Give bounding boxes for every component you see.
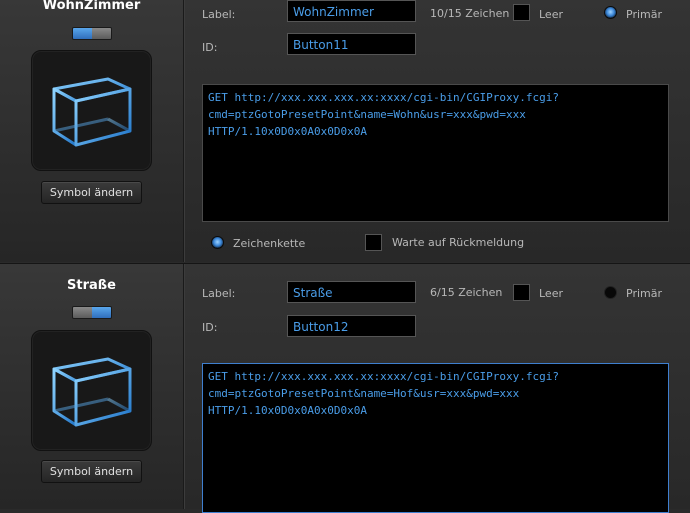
primary-radio[interactable]	[604, 6, 617, 19]
label-caption: Label:	[202, 287, 236, 300]
empty-label: Leer	[539, 8, 563, 21]
label-input[interactable]: Straße	[287, 281, 416, 303]
toggle-left-segment[interactable]	[73, 307, 92, 318]
toggle-right-segment[interactable]	[92, 28, 111, 39]
change-symbol-button[interactable]: Symbol ändern	[41, 181, 142, 204]
char-count: 6/15 Zeichen	[430, 286, 503, 299]
button-title: WohnZimmer	[42, 0, 141, 13]
primary-label: Primär	[626, 8, 662, 21]
empty-checkbox[interactable]	[513, 4, 530, 21]
command-line-1: GET http://xxx.xxx.xxx.xx:xxxx/cgi-bin/C…	[208, 370, 559, 383]
empty-checkbox[interactable]	[513, 284, 530, 301]
button-title: Straße	[67, 278, 116, 293]
id-input[interactable]: Button11	[287, 33, 416, 55]
state-toggle[interactable]	[72, 306, 112, 319]
toggle-left-segment[interactable]	[73, 28, 92, 39]
id-input[interactable]: Button12	[287, 315, 416, 337]
id-caption: ID:	[202, 321, 218, 334]
primary-radio[interactable]	[604, 286, 617, 299]
cube-wireframe-icon	[52, 357, 132, 427]
command-line-2: cmd=ptzGotoPresetPoint&name=Hof&usr=xxx&…	[208, 387, 520, 400]
wait-response-label: Warte auf Rückmeldung	[392, 236, 525, 249]
label-caption: Label:	[202, 8, 236, 21]
primary-label: Primär	[626, 287, 662, 300]
id-caption: ID:	[202, 41, 218, 54]
button-config-panel: WohnZimmer Symbol ändern Label: WohnZimm…	[0, 0, 690, 262]
command-textarea[interactable]: GET http://xxx.xxx.xxx.xx:xxxx/cgi-bin/C…	[202, 363, 669, 513]
label-input[interactable]: WohnZimmer	[287, 0, 416, 22]
symbol-preview[interactable]	[31, 50, 152, 171]
button-config-panel: Straße Symbol ändern Label: Straße 6/15 …	[0, 263, 690, 513]
state-toggle[interactable]	[72, 27, 112, 40]
change-symbol-button[interactable]: Symbol ändern	[41, 460, 142, 483]
empty-label: Leer	[539, 287, 563, 300]
string-mode-label: Zeichenkette	[233, 237, 306, 250]
command-line-1: GET http://xxx.xxx.xxx.xx:xxxx/cgi-bin/C…	[208, 91, 559, 104]
char-count: 10/15 Zeichen	[430, 7, 510, 20]
toggle-right-segment[interactable]	[92, 307, 111, 318]
symbol-preview[interactable]	[31, 330, 152, 451]
cube-wireframe-icon	[52, 77, 132, 147]
command-line-2: cmd=ptzGotoPresetPoint&name=Wohn&usr=xxx…	[208, 108, 526, 121]
symbol-column: WohnZimmer Symbol ändern	[0, 0, 184, 262]
symbol-column: Straße Symbol ändern	[0, 264, 184, 509]
command-textarea[interactable]: GET http://xxx.xxx.xxx.xx:xxxx/cgi-bin/C…	[202, 84, 669, 222]
string-mode-radio[interactable]	[211, 236, 224, 249]
command-line-3: HTTP/1.10x0D0x0A0x0D0x0A	[208, 404, 367, 417]
command-line-3: HTTP/1.10x0D0x0A0x0D0x0A	[208, 125, 367, 138]
wait-response-checkbox[interactable]	[365, 234, 382, 251]
